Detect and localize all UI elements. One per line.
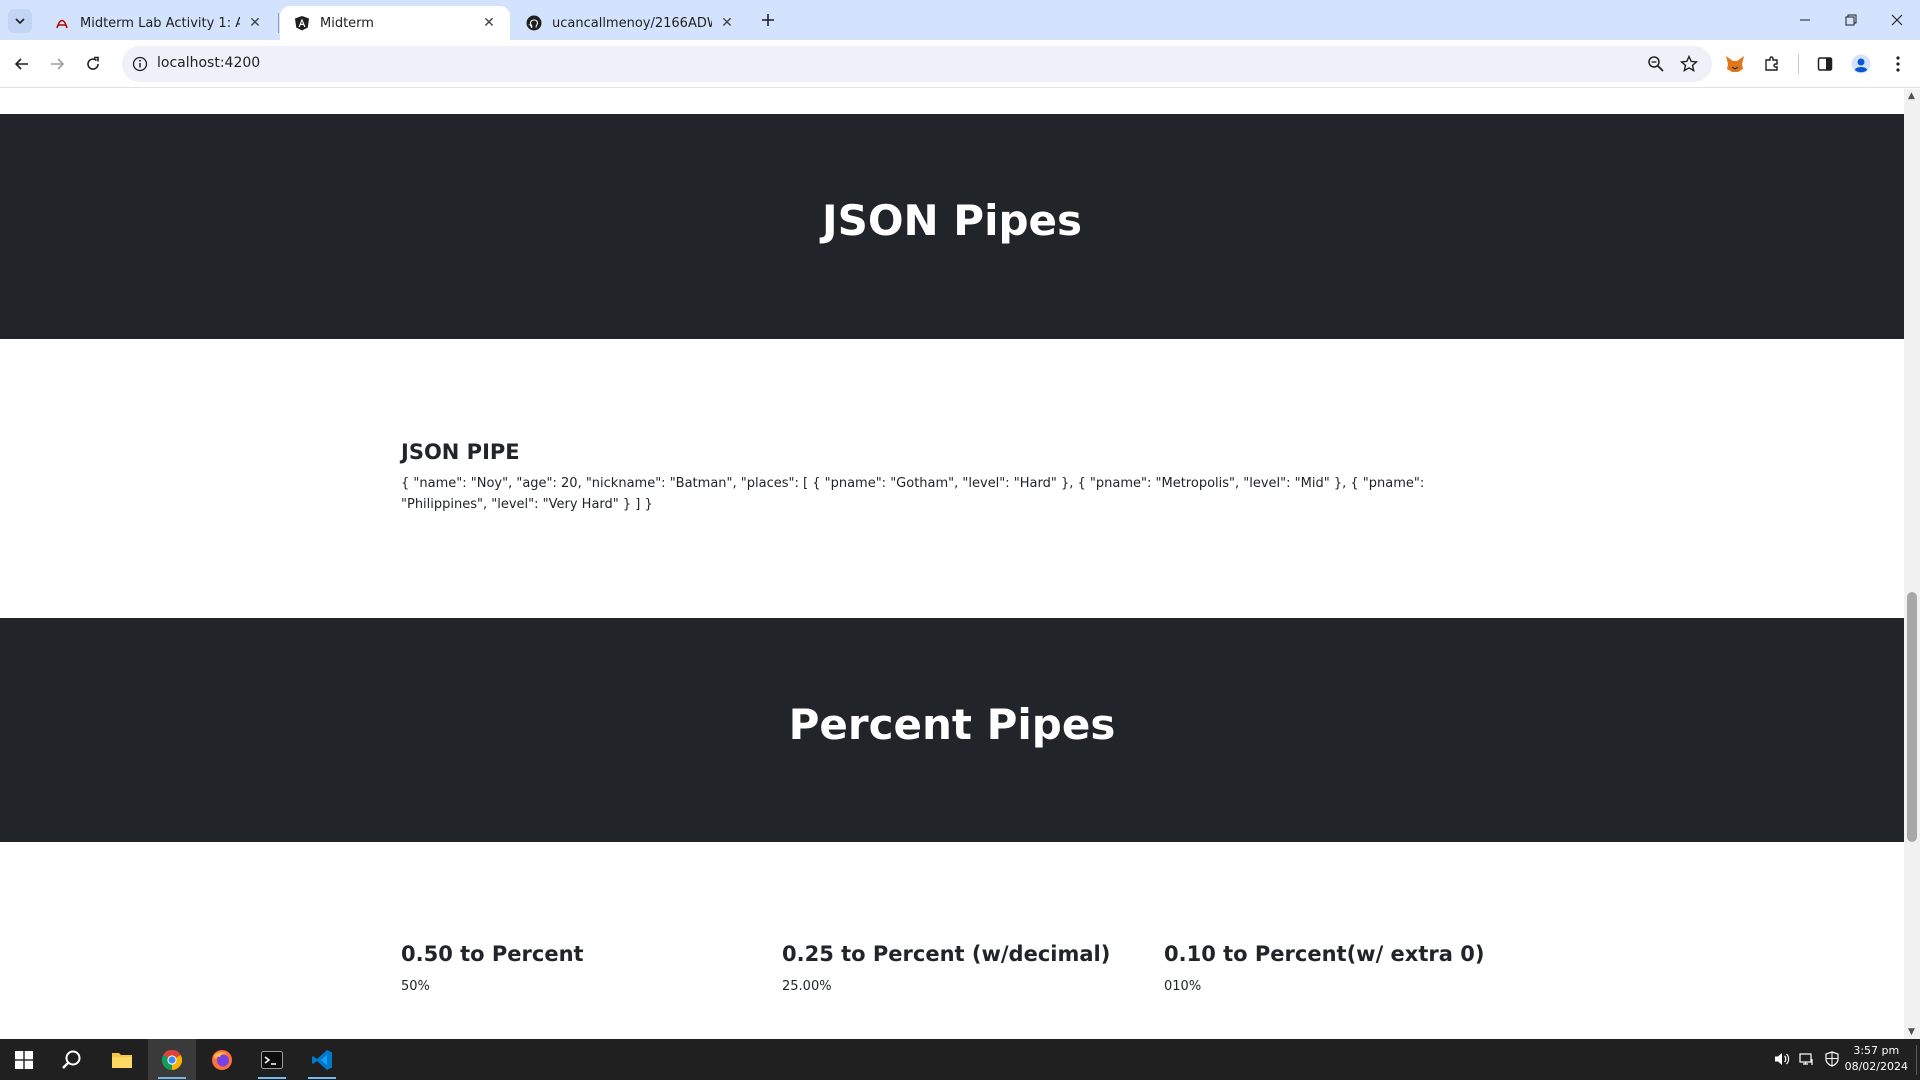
percent-item-heading: 0.25 to Percent (w/decimal) bbox=[782, 942, 1111, 966]
terminal-taskbar-button[interactable] bbox=[248, 1039, 296, 1080]
minimize-button[interactable] bbox=[1782, 0, 1828, 40]
running-indicator bbox=[158, 1077, 186, 1079]
scrollbar-thumb[interactable] bbox=[1907, 592, 1917, 842]
close-icon[interactable]: ✕ bbox=[480, 14, 498, 32]
terminal-icon bbox=[261, 1050, 283, 1069]
tab-strip: Midterm Lab Activity 1: Angular ✕ Midter… bbox=[0, 0, 1920, 40]
percent-item-value: 25.00% bbox=[782, 979, 832, 994]
page-scrollbar[interactable]: ▲ ▼ bbox=[1904, 89, 1920, 1039]
browser-toolbar: localhost:4200 bbox=[0, 40, 1920, 88]
address-bar[interactable]: localhost:4200 bbox=[122, 46, 1712, 82]
chevron-down-icon bbox=[15, 18, 25, 25]
metamask-extension-button[interactable] bbox=[1719, 48, 1751, 80]
new-tab-button[interactable] bbox=[756, 8, 780, 32]
tab-midterm-lab-activity[interactable]: Midterm Lab Activity 1: Angular ✕ bbox=[40, 6, 276, 40]
firefox-taskbar-button[interactable] bbox=[198, 1039, 246, 1080]
extensions-button[interactable] bbox=[1756, 48, 1788, 80]
reload-icon bbox=[87, 56, 99, 70]
metamask-fox-icon bbox=[1726, 56, 1744, 72]
show-desktop-button[interactable] bbox=[1916, 1045, 1920, 1075]
scroll-down-arrow-icon[interactable]: ▼ bbox=[1908, 1027, 1915, 1037]
github-icon bbox=[526, 15, 542, 31]
tab-github-repo[interactable]: ucancallmenoy/2166ADWEB ✕ bbox=[512, 6, 748, 40]
search-button[interactable] bbox=[48, 1039, 96, 1080]
search-icon bbox=[62, 1050, 81, 1069]
folder-icon bbox=[112, 1052, 132, 1068]
puzzle-icon bbox=[1765, 56, 1778, 71]
restore-button[interactable] bbox=[1828, 0, 1874, 40]
site-info-icon[interactable] bbox=[132, 56, 148, 72]
running-indicator bbox=[308, 1077, 336, 1079]
json-pipes-title: JSON Pipes bbox=[821, 196, 1083, 245]
forward-button[interactable] bbox=[41, 48, 73, 80]
system-clock[interactable]: 3:57 pm 08/02/2024 bbox=[1845, 1043, 1908, 1075]
security-shield-icon[interactable] bbox=[1824, 1051, 1840, 1071]
percent-item-heading: 0.10 to Percent(w/ extra 0) bbox=[1164, 942, 1485, 966]
zoom-icon[interactable] bbox=[1647, 55, 1665, 77]
percent-item-heading: 0.50 to Percent bbox=[401, 942, 584, 966]
close-icon[interactable]: ✕ bbox=[246, 14, 264, 32]
scroll-up-arrow-icon[interactable]: ▲ bbox=[1908, 91, 1915, 101]
clock-time: 3:57 pm bbox=[1853, 1044, 1900, 1057]
page-viewport: JSON Pipes JSON PIPE { "name": "Noy", "a… bbox=[0, 89, 1904, 1039]
plus-icon bbox=[762, 14, 774, 26]
volume-icon[interactable] bbox=[1774, 1051, 1790, 1071]
menu-button[interactable] bbox=[1882, 48, 1914, 80]
tab-title: Midterm Lab Activity 1: Angular bbox=[80, 15, 240, 31]
running-indicator bbox=[258, 1077, 286, 1079]
tab-separator bbox=[278, 13, 279, 33]
side-panel-icon bbox=[1817, 57, 1833, 71]
vscode-taskbar-button[interactable] bbox=[298, 1039, 346, 1080]
json-pipe-output: { "name": "Noy", "age": 20, "nickname": … bbox=[401, 476, 1425, 512]
avatar-icon bbox=[1851, 54, 1871, 74]
acrobat-icon bbox=[54, 15, 70, 31]
percent-pipes-title: Percent Pipes bbox=[788, 700, 1116, 749]
windows-icon bbox=[15, 1050, 33, 1069]
taskbar: 3:57 pm 08/02/2024 bbox=[0, 1039, 1920, 1080]
close-icon bbox=[1891, 14, 1903, 26]
back-button[interactable] bbox=[6, 48, 38, 80]
start-button[interactable] bbox=[0, 1039, 48, 1080]
arrow-right-icon bbox=[51, 58, 65, 70]
toolbar-divider bbox=[1798, 54, 1799, 74]
more-vertical-icon bbox=[1896, 56, 1900, 72]
clock-date: 08/02/2024 bbox=[1844, 1060, 1908, 1073]
close-window-button[interactable] bbox=[1874, 0, 1920, 40]
tab-title: ucancallmenoy/2166ADWEB bbox=[552, 15, 712, 31]
arrow-left-icon bbox=[14, 58, 28, 70]
json-pipes-banner: JSON Pipes bbox=[0, 114, 1904, 339]
chrome-taskbar-button[interactable] bbox=[148, 1039, 196, 1080]
json-pipe-heading: JSON PIPE bbox=[401, 440, 520, 464]
percent-item-value: 50% bbox=[401, 979, 430, 994]
close-icon[interactable]: ✕ bbox=[718, 14, 736, 32]
tab-midterm[interactable]: Midterm ✕ bbox=[280, 6, 510, 40]
side-panel-button[interactable] bbox=[1809, 48, 1841, 80]
chrome-icon bbox=[161, 1049, 183, 1070]
network-icon[interactable] bbox=[1799, 1051, 1815, 1071]
tab-title: Midterm bbox=[320, 15, 374, 31]
percent-item-value: 010% bbox=[1164, 979, 1202, 994]
profile-button[interactable] bbox=[1845, 48, 1877, 80]
firefox-icon bbox=[212, 1049, 232, 1070]
reload-button[interactable] bbox=[77, 48, 109, 80]
percent-pipes-banner: Percent Pipes bbox=[0, 618, 1904, 842]
tab-search-button[interactable] bbox=[8, 9, 32, 33]
url-text: localhost:4200 bbox=[157, 55, 261, 71]
restore-icon bbox=[1845, 14, 1857, 26]
file-explorer-button[interactable] bbox=[98, 1039, 146, 1080]
vscode-icon bbox=[312, 1049, 332, 1070]
minimize-icon bbox=[1800, 19, 1810, 21]
angular-icon bbox=[294, 15, 310, 31]
bookmark-star-icon[interactable] bbox=[1679, 54, 1699, 77]
